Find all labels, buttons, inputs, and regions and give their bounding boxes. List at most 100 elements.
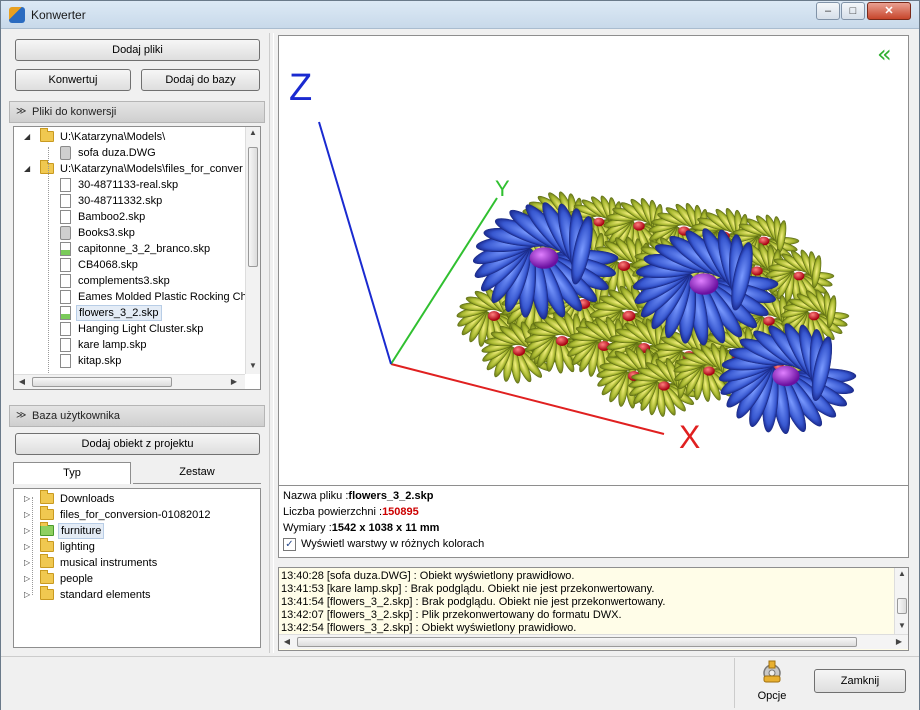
scroll-up-icon[interactable]: ▲ <box>896 568 908 580</box>
expander-icon[interactable]: ▷ <box>24 507 32 523</box>
surfaces-row: Liczba powierzchni :150895 <box>283 506 419 518</box>
expander-icon[interactable]: ▷ <box>24 491 32 507</box>
db-folder-row[interactable]: ▷ people <box>14 570 260 587</box>
log-scroll-thumb[interactable] <box>897 598 907 614</box>
z-axis-line <box>318 121 392 365</box>
y-axis-label: Y <box>495 176 510 201</box>
layers-colors-label[interactable]: Wyświetl warstwy w różnych kolorach <box>301 538 484 550</box>
pane-splitter[interactable] <box>269 33 274 653</box>
db-folder-row[interactable]: ▷ Downloads <box>14 490 260 507</box>
layers-colors-checkbox[interactable]: ✓ <box>283 538 296 551</box>
db-item-label: musical instruments <box>60 557 158 569</box>
options-button[interactable]: Opcje <box>741 658 803 708</box>
expander-icon[interactable]: ▷ <box>24 555 32 571</box>
close-button[interactable]: Zamknij <box>814 669 906 693</box>
tree-connector <box>32 497 33 595</box>
user-db-header[interactable]: ≫ Baza użytkownika <box>9 405 265 427</box>
file-name-label: Nazwa pliku : <box>283 490 349 502</box>
expander-icon[interactable]: ▷ <box>24 523 32 539</box>
file-name-value: flowers_3_2.skp <box>348 490 434 502</box>
expander-icon[interactable]: ▷ <box>24 539 32 555</box>
scroll-right-icon[interactable]: ▶ <box>893 636 905 648</box>
files-section-header[interactable]: ≫ Pliki do konwersji <box>9 101 265 123</box>
add-to-database-button[interactable]: Dodaj do bazy <box>141 69 260 91</box>
file-icon <box>60 194 71 208</box>
convert-button[interactable]: Konwertuj <box>15 69 131 91</box>
file-icon <box>60 210 71 224</box>
viewer-canvas[interactable]: X Y Z « <box>279 36 909 486</box>
db-folder-row[interactable]: ▷ files_for_conversion-01082012 <box>14 506 260 523</box>
db-item-label: files_for_conversion-01082012 <box>60 509 211 521</box>
file-icon <box>60 258 71 272</box>
add-object-from-project-button[interactable]: Dodaj obiekt z projektu <box>15 433 260 455</box>
folder-icon <box>40 522 54 536</box>
title-bar[interactable]: Konwerter – □ ✕ <box>1 1 919 29</box>
left-pane: Dodaj pliki Konwertuj Dodaj do bazy ≫ Pl… <box>9 33 267 653</box>
app-icon <box>9 7 25 23</box>
files-tree-vscrollbar[interactable]: ▲ ▼ <box>245 127 260 374</box>
user-db-title: Baza użytkownika <box>32 410 121 422</box>
db-item-label: people <box>60 573 94 585</box>
files-section-title: Pliki do konwersji <box>32 106 117 118</box>
scroll-thumb[interactable] <box>248 147 258 267</box>
tree-item-label: capitonne_3_2_branco.skp <box>78 243 211 255</box>
folder-icon <box>40 128 54 142</box>
drive-file-icon <box>60 146 71 160</box>
tree-item-label: Books3.skp <box>78 227 135 239</box>
file-icon <box>60 274 71 288</box>
tree-item-label: Eames Molded Plastic Rocking Chai <box>78 291 256 303</box>
log-line: 13:41:54 [flowers_3_2.skp] : Brak podglą… <box>281 596 666 608</box>
folder-icon <box>40 490 54 504</box>
tree-item-label: flowers_3_2.skp <box>76 305 162 321</box>
db-folder-row[interactable]: ▷ lighting <box>14 538 260 555</box>
db-folder-row[interactable]: ▷ musical instruments <box>14 554 260 571</box>
db-folder-row[interactable]: ▷ furniture <box>14 522 260 539</box>
chevron-collapse-icon: ≫ <box>16 106 27 117</box>
scroll-left-icon[interactable]: ◀ <box>281 636 293 648</box>
scroll-left-icon[interactable]: ◀ <box>16 376 28 388</box>
log-hscrollbar[interactable]: ◀ ▶ <box>279 634 908 649</box>
flowers-model <box>456 191 857 435</box>
tree-item-label: Hanging Light Cluster.skp <box>78 323 204 335</box>
files-tree-hscrollbar[interactable]: ◀ ▶ <box>14 374 245 389</box>
maximize-button[interactable]: □ <box>841 2 865 20</box>
scroll-up-icon[interactable]: ▲ <box>247 127 259 139</box>
expander-icon[interactable]: ▷ <box>24 571 32 587</box>
tab-set[interactable]: Zestaw <box>133 462 261 484</box>
db-item-label: lighting <box>60 541 95 553</box>
tree-item-label: CB4068.skp <box>78 259 138 271</box>
hscroll-thumb[interactable] <box>32 377 172 387</box>
close-window-button[interactable]: ✕ <box>867 2 911 20</box>
scroll-down-icon[interactable]: ▼ <box>247 360 259 372</box>
scroll-down-icon[interactable]: ▼ <box>896 620 908 632</box>
folder-icon <box>40 160 54 174</box>
tab-type[interactable]: Typ <box>13 462 131 484</box>
add-files-button[interactable]: Dodaj pliki <box>15 39 260 61</box>
surfaces-value: 150895 <box>382 506 419 518</box>
tree-item-label: 30-4871133-real.skp <box>78 179 179 191</box>
tree-folder-row[interactable]: ◢ U:\Katarzyna\Models\ <box>14 128 245 145</box>
folder-icon <box>40 538 54 552</box>
tree-item-label: kitap.skp <box>78 355 122 367</box>
tree-item-label: U:\Katarzyna\Models\files_for_conver <box>60 163 243 175</box>
db-item-label: furniture <box>58 523 105 539</box>
z-axis-label: Z <box>289 67 312 109</box>
tree-item-label: kare lamp.skp <box>78 339 147 351</box>
expander-icon[interactable]: ◢ <box>24 129 32 145</box>
minimize-button[interactable]: – <box>816 2 840 20</box>
log-line: 13:42:07 [flowers_3_2.skp] : Plik przeko… <box>281 609 622 621</box>
db-folder-row[interactable]: ▷ standard elements <box>14 586 260 603</box>
collapse-panel-icon[interactable]: « <box>877 40 892 68</box>
file-name-row: Nazwa pliku :flowers_3_2.skp <box>283 490 433 502</box>
expander-icon[interactable]: ▷ <box>24 587 32 603</box>
3d-viewer[interactable]: X Y Z « <box>278 35 909 486</box>
log-line: 13:41:53 [kare lamp.skp] : Brak podglądu… <box>281 583 655 595</box>
log-line: 13:42:54 [flowers_3_2.skp] : Obiekt wyśw… <box>281 622 577 634</box>
scroll-right-icon[interactable]: ▶ <box>228 376 240 388</box>
expander-icon[interactable]: ◢ <box>24 161 32 177</box>
gear-icon <box>763 660 781 683</box>
folder-icon <box>40 586 54 600</box>
log-vscrollbar[interactable]: ▲ ▼ <box>894 568 908 634</box>
surfaces-label: Liczba powierzchni : <box>283 506 383 518</box>
log-hscroll-thumb[interactable] <box>297 637 857 647</box>
